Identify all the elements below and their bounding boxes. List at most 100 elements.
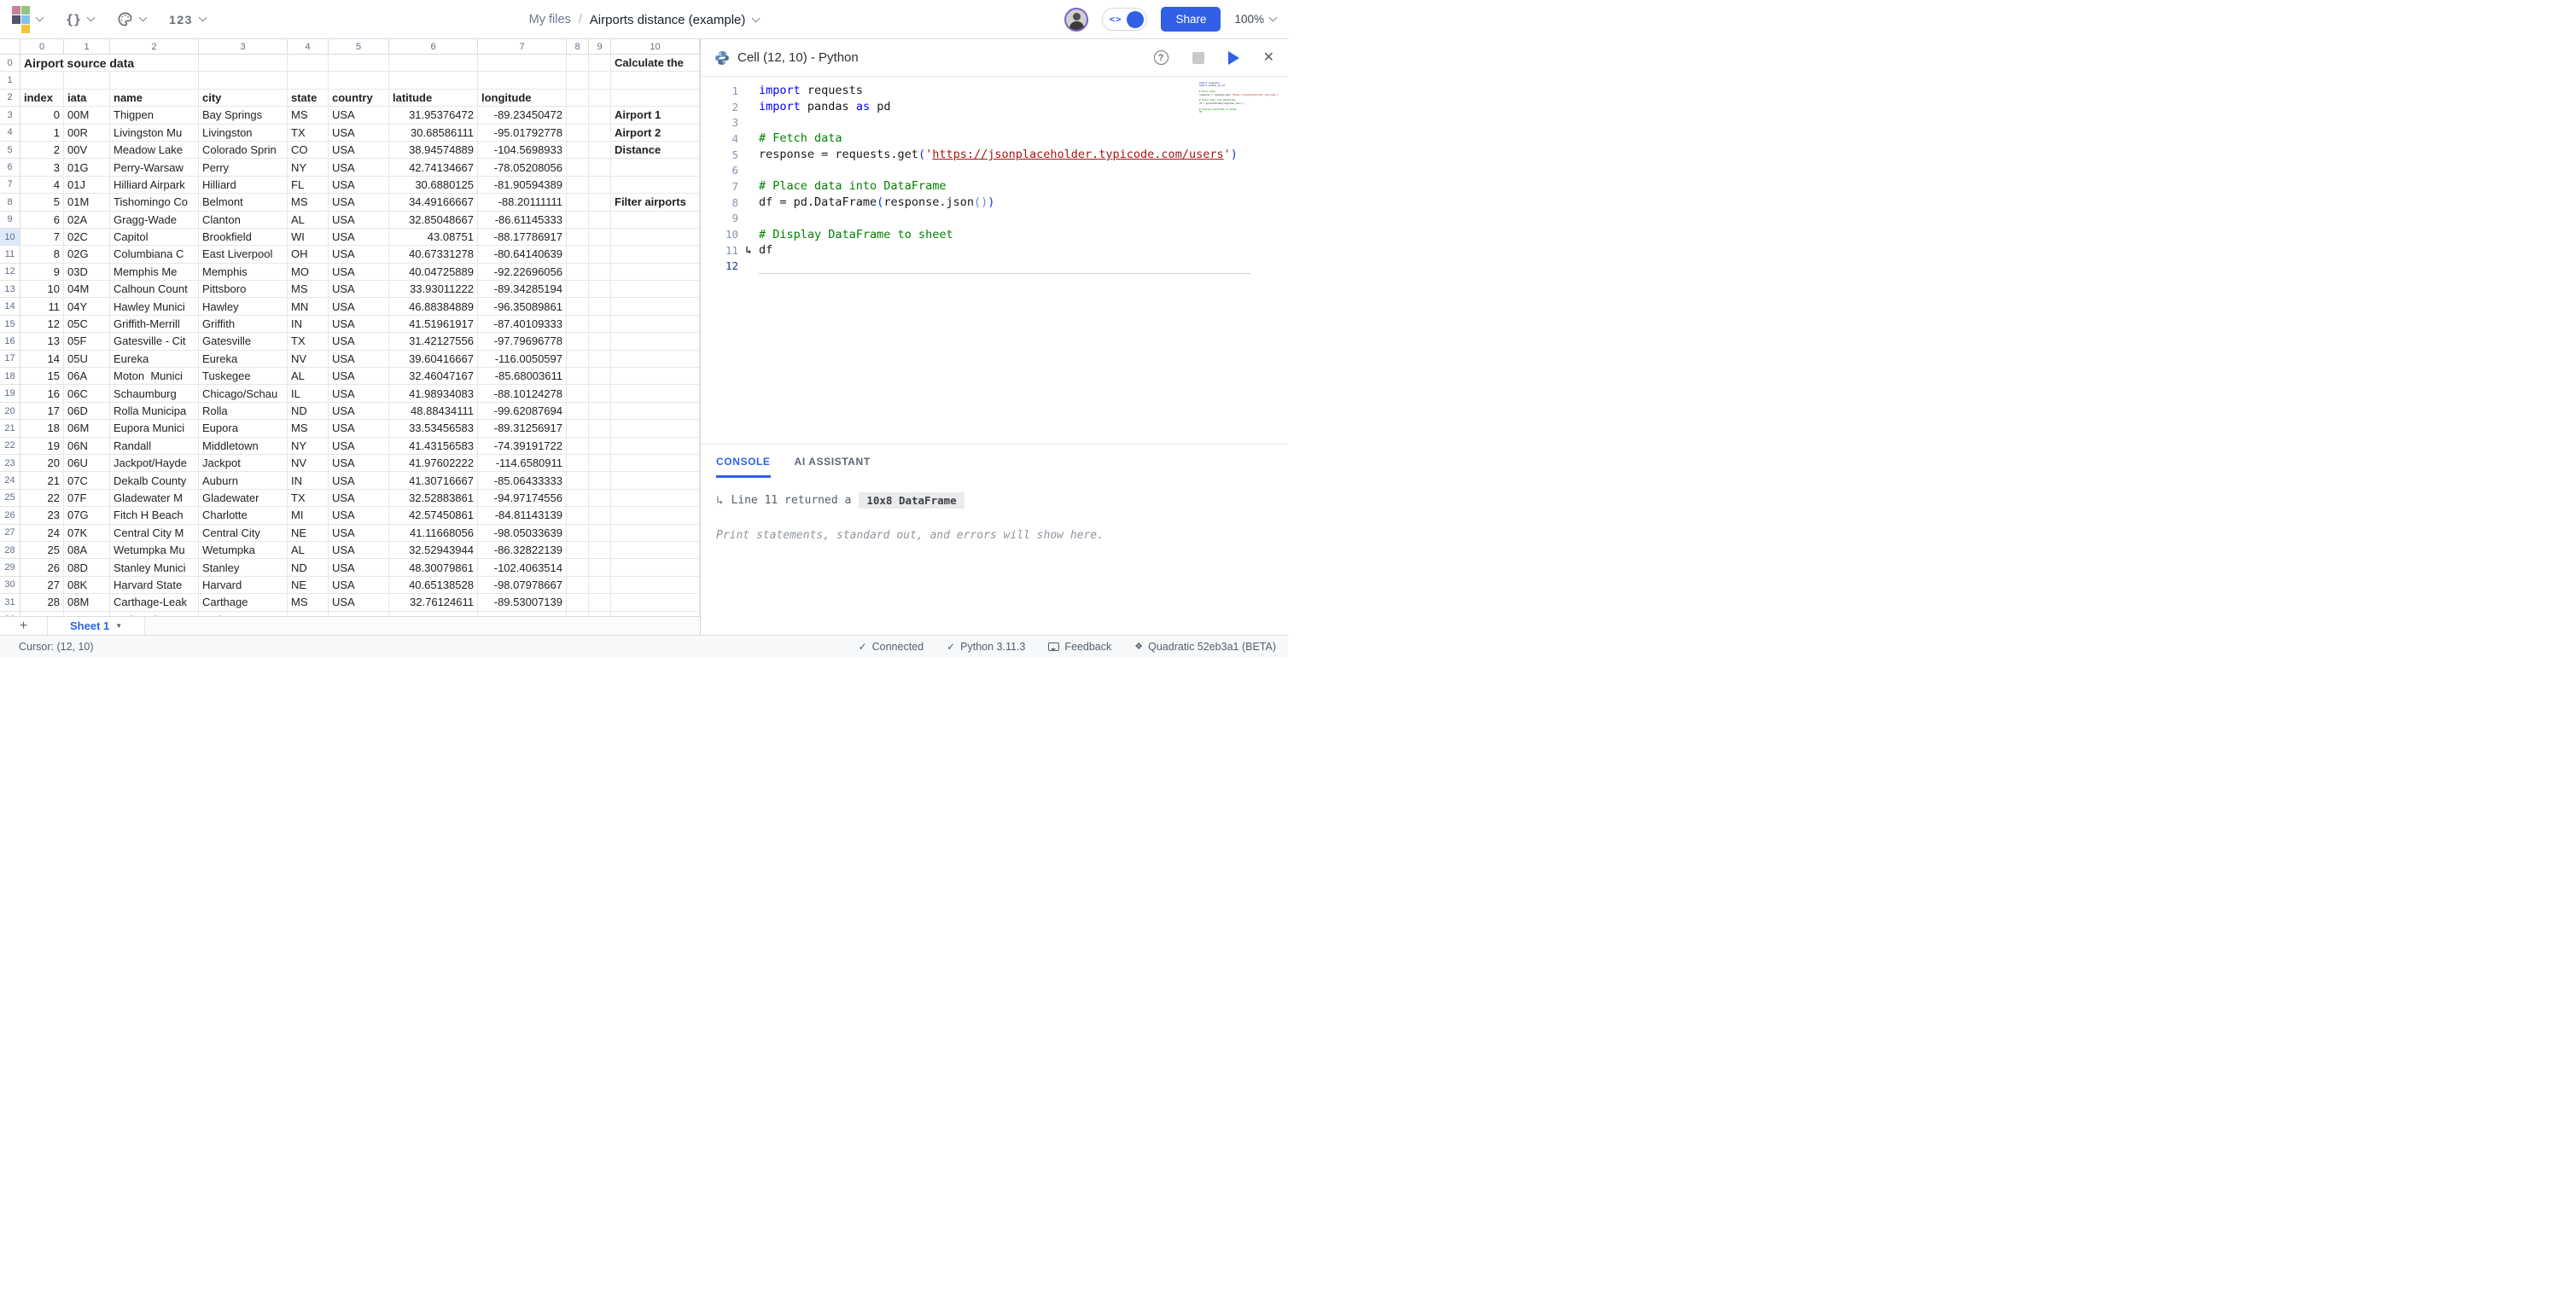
cell[interactable] [589,525,611,542]
code-line[interactable]: 8df = pd.DataFrame(response.json()) [701,195,1288,211]
cell[interactable] [611,420,700,437]
cell[interactable]: 06N [64,438,110,455]
row-header[interactable]: 27 [0,525,20,542]
column-header[interactable]: 5 [329,39,389,55]
cell[interactable] [611,559,700,576]
cell[interactable] [611,72,700,89]
cell[interactable]: -80.64140639 [478,246,567,263]
cell[interactable]: 20 [20,455,64,472]
cell[interactable] [589,368,611,385]
row-header[interactable]: 28 [0,542,20,559]
row-header[interactable]: 16 [0,333,20,350]
toggle-knob[interactable] [1127,11,1144,28]
cell[interactable] [567,472,589,489]
cell[interactable]: 31.42127556 [389,333,478,350]
cell[interactable]: AL [288,612,329,617]
cell[interactable] [589,438,611,455]
cell[interactable]: Auburn [199,472,288,489]
cell[interactable] [611,316,700,333]
cell[interactable]: -88.20111111 [478,194,567,211]
cell[interactable]: 11 [20,298,64,315]
cell[interactable]: CO [288,142,329,159]
cell[interactable]: 46.88384889 [389,298,478,315]
cell[interactable]: USA [329,542,389,559]
cell[interactable]: Airport 1 [611,107,700,124]
cell[interactable] [611,333,700,350]
cell[interactable]: Moton Munici [110,368,199,385]
cell[interactable] [199,55,288,72]
cell[interactable] [589,229,611,246]
cell[interactable]: -74.39191722 [478,438,567,455]
cell[interactable] [611,490,700,507]
cell[interactable]: Carthage-Leak [110,594,199,611]
cell[interactable]: Gladewater M [110,490,199,507]
cell[interactable]: Griffith-Merrill [110,316,199,333]
share-button[interactable]: Share [1161,7,1221,32]
cell[interactable]: -88.1274625 [478,612,567,617]
cell[interactable]: 01M [64,194,110,211]
cell[interactable]: -86.32822139 [478,542,567,559]
cell[interactable] [611,507,700,524]
code-line[interactable]: 6 [701,162,1288,178]
cell[interactable]: Perry-Warsaw [110,159,199,176]
user-avatar[interactable] [1064,8,1088,32]
cell[interactable]: 14 [20,351,64,368]
column-header[interactable]: 1 [64,39,110,55]
cell[interactable] [110,72,199,89]
cell[interactable] [567,333,589,350]
cell[interactable] [567,316,589,333]
cell[interactable]: USA [329,125,389,142]
cell[interactable]: Calculate the [611,55,700,72]
cell[interactable]: Bay Springs [199,107,288,124]
row-header[interactable]: 9 [0,212,20,229]
cell[interactable]: Gatesville [199,333,288,350]
cell[interactable] [589,333,611,350]
cell[interactable] [567,490,589,507]
cell[interactable]: index [20,90,64,107]
cell[interactable]: 8 [20,246,64,263]
code-line[interactable]: 3 [701,114,1288,131]
cell[interactable]: 05F [64,333,110,350]
cell[interactable]: Thigpen [110,107,199,124]
cell[interactable]: 39.60416667 [389,351,478,368]
cell[interactable]: 32.11931306 [389,612,478,617]
cell[interactable]: Griffith [199,316,288,333]
cell[interactable]: AL [288,542,329,559]
cell[interactable]: 43.08751 [389,229,478,246]
cell[interactable]: 08M [64,594,110,611]
cell[interactable]: USA [329,455,389,472]
cell[interactable]: Livingston Mu [110,125,199,142]
cell[interactable]: Distance [611,142,700,159]
code-line[interactable]: 11↳df [701,242,1288,259]
cell[interactable]: Central City M [110,525,199,542]
cell[interactable] [567,194,589,211]
cell[interactable]: -78.05208056 [478,159,567,176]
cell[interactable]: IN [288,472,329,489]
cell[interactable]: Capitol [110,229,199,246]
cell[interactable]: Fitch H Beach [110,507,199,524]
cell[interactable] [567,385,589,402]
cell[interactable] [611,281,700,298]
cell[interactable]: 32.85048667 [389,212,478,229]
cell[interactable] [611,403,700,420]
column-header[interactable]: 6 [389,39,478,55]
cell[interactable]: Hawley Munici [110,298,199,315]
column-header[interactable]: 9 [589,39,611,55]
cell[interactable]: Rolla [199,403,288,420]
cell[interactable]: Middletown [199,438,288,455]
cell[interactable]: FL [288,177,329,194]
sheet-grid[interactable]: 0123456789100Airport source dataCalculat… [0,39,700,616]
cell[interactable]: 19 [20,438,64,455]
add-sheet-button[interactable]: + [0,617,48,635]
cell[interactable]: USA [329,507,389,524]
cell[interactable] [589,455,611,472]
cell[interactable]: 3 [20,159,64,176]
row-header[interactable]: 5 [0,142,20,159]
cell[interactable]: 04Y [64,298,110,315]
cell[interactable]: USA [329,281,389,298]
cell[interactable]: 28 [20,594,64,611]
cell[interactable] [589,194,611,211]
cell[interactable] [611,159,700,176]
row-header[interactable]: 13 [0,281,20,298]
row-header[interactable]: 15 [0,316,20,333]
